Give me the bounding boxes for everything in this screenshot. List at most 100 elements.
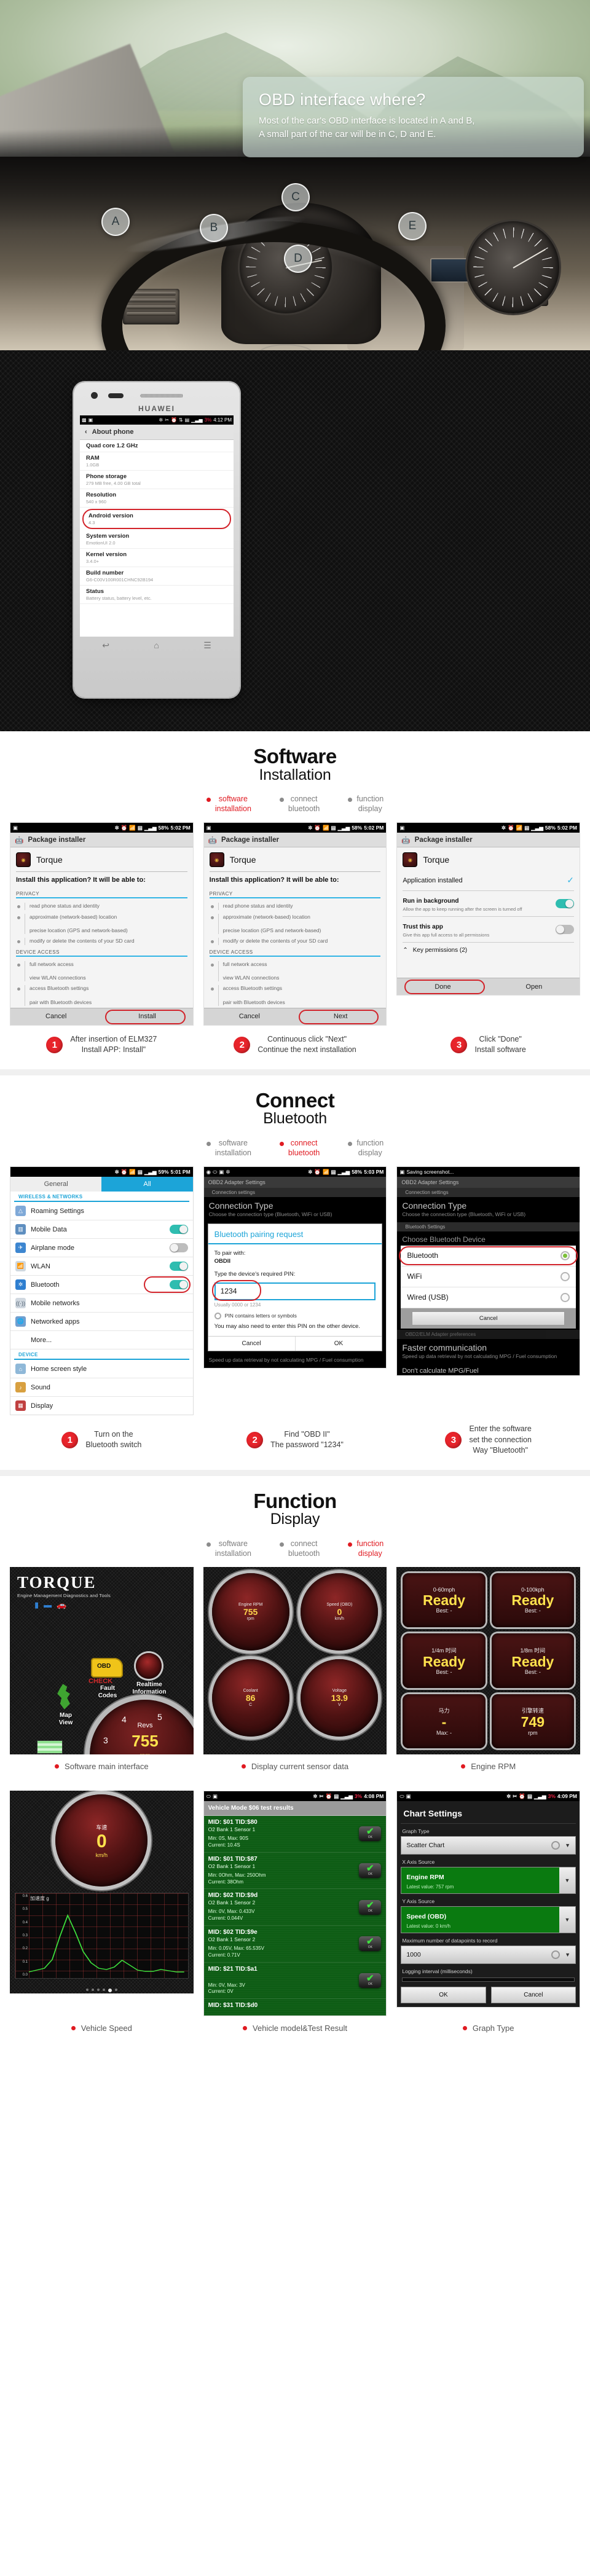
image-icon: ▣	[212, 1793, 218, 1799]
list-item[interactable]: RAM 1.0GB	[80, 452, 234, 471]
x-axis-select[interactable]: Engine RPM Latest value: 757 rpm ▼	[401, 1867, 576, 1895]
y-tick: 0.1	[22, 1960, 28, 1964]
settings-row-mobile-networks[interactable]: ((·)) Mobile networks	[10, 1294, 193, 1313]
pin-letters-checkbox-row[interactable]: PIN contains letters or symbols	[214, 1312, 376, 1319]
pin-input[interactable]: 1234	[211, 1279, 376, 1302]
chevron-up-icon: ⌃	[403, 946, 408, 954]
graph-type-select[interactable]: Scatter Chart ▼	[401, 1836, 576, 1855]
function-captions-row-2: Vehicle Speed Vehicle model&Test Result …	[0, 2016, 590, 2044]
breadcrumb-function-display[interactable]: function display	[348, 795, 384, 814]
radio-icon[interactable]	[560, 1271, 570, 1281]
settings-row-networked-apps[interactable]: 🌐 Networked apps	[10, 1313, 193, 1332]
marker-c[interactable]: C	[281, 183, 310, 211]
map-view-icon[interactable]	[52, 1683, 80, 1711]
menu-button-icon[interactable]: ☰	[203, 640, 211, 651]
breadcrumb-software-installation[interactable]: software installation	[206, 1539, 251, 1558]
settings-row-home-screen-style[interactable]: ⌂ Home screen style	[10, 1360, 193, 1379]
airplane-toggle[interactable]	[169, 1243, 188, 1253]
installer-panel-3: ▣ ✲ ⏰ 📶 ▤ ▁▃▅ 58% 5:02 PM 🤖 Package inst…	[396, 822, 581, 1025]
radio-icon[interactable]	[560, 1251, 570, 1260]
marker-e[interactable]: E	[398, 212, 427, 240]
marker-a[interactable]: A	[101, 208, 130, 236]
settings-row-mobile-data[interactable]: ▥ Mobile Data	[10, 1220, 193, 1239]
row-label: Airplane mode	[31, 1244, 74, 1252]
display-icon: ▦	[15, 1400, 26, 1412]
cancel-button[interactable]: Cancel	[10, 1008, 101, 1025]
list-item-android-version[interactable]: Android version 4.3	[82, 509, 231, 529]
option-wifi[interactable]: WiFi	[401, 1266, 576, 1287]
test-results-table-icon[interactable]	[37, 1740, 63, 1754]
alarm-icon: ⏰	[120, 824, 128, 831]
breadcrumb-connect-bluetooth[interactable]: connect bluetooth	[279, 795, 320, 814]
check-icon: ✔	[366, 1899, 374, 1910]
home-button-icon[interactable]: ⌂	[154, 640, 159, 650]
settings-row-wlan[interactable]: 📶 WLAN	[10, 1257, 193, 1276]
card-value: -	[441, 1714, 447, 1730]
key-permissions-row[interactable]: ⌃ Key permissions (2)	[403, 943, 574, 954]
realtime-gauge-icon[interactable]	[136, 1653, 162, 1679]
breadcrumb-software-installation[interactable]: software installation	[206, 795, 251, 814]
list-item[interactable]: Resolution 540 x 960	[80, 489, 234, 508]
settings-row-more[interactable]: More...	[10, 1331, 193, 1350]
back-arrow-icon[interactable]: ‹	[85, 428, 87, 436]
list-item[interactable]: Kernel version 3.4.0+	[80, 549, 234, 567]
breadcrumb-connect-bluetooth[interactable]: connect bluetooth	[279, 1139, 320, 1158]
row-mid: MID: $01 TID:$80	[208, 1819, 258, 1826]
caption-sensor-data: Display current sensor data	[203, 1762, 387, 1771]
mobile-data-toggle[interactable]	[169, 1225, 188, 1235]
bullet-icon	[17, 905, 20, 909]
step-number: 3	[450, 1036, 468, 1053]
phone-top-bezel	[80, 388, 234, 404]
installer-panel-1: ▣ ✲ ⏰ 📶 ▤ ▁▃▅ 58% 5:02 PM 🤖 Package inst…	[10, 822, 194, 1026]
list-item[interactable]: Status Battery status, battery level, etc…	[80, 586, 234, 604]
open-button[interactable]: Open	[489, 978, 580, 995]
settings-row-sound[interactable]: ♪ Sound	[10, 1378, 193, 1397]
settings-row-display[interactable]: ▦ Display	[10, 1397, 193, 1415]
torque-tagline: Engine Management Diagnostics and Tools	[17, 1593, 111, 1599]
ok-button[interactable]: OK	[401, 1987, 486, 2004]
trust-toggle[interactable]	[556, 925, 575, 935]
radio-icon[interactable]	[560, 1292, 570, 1302]
list-item[interactable]: System version EmotionUI 2.0	[80, 530, 234, 549]
breadcrumb-function-display[interactable]: function display	[348, 1139, 384, 1158]
cancel-button[interactable]: Cancel	[412, 1311, 565, 1325]
max-datapoints-label: Maximum number of datapoints to record	[402, 1938, 498, 1944]
run-bg-toggle[interactable]	[556, 899, 575, 909]
settings-row-airplane[interactable]: ✈ Airplane mode	[10, 1239, 193, 1258]
pair-device-name: OBDII	[214, 1258, 231, 1265]
settings-row-bluetooth[interactable]: ✲ Bluetooth	[10, 1276, 193, 1295]
settings-row-roaming[interactable]: △ Roaming Settings	[10, 1202, 193, 1221]
row-key: Build number	[86, 570, 124, 576]
breadcrumb-software-installation[interactable]: software installation	[206, 1139, 251, 1158]
phone-icon: ▮	[34, 1600, 39, 1610]
permission-item: read phone status and identity	[16, 901, 187, 911]
faster-communication-title: Faster communication	[402, 1342, 487, 1353]
y-axis-select[interactable]: Speed (OBD) Latest value: 0 km/h ▼	[401, 1906, 576, 1934]
wlan-toggle[interactable]	[169, 1262, 188, 1271]
list-item[interactable]: Build number G6-C00V100R001CHNC92B194	[80, 567, 234, 586]
breadcrumb-function-display[interactable]: function display	[348, 1539, 384, 1558]
bluetooth-toggle[interactable]	[169, 1280, 188, 1290]
tab-general[interactable]: General	[10, 1177, 102, 1192]
option-bluetooth[interactable]: Bluetooth	[399, 1246, 578, 1266]
cancel-button[interactable]: Cancel	[204, 1008, 295, 1025]
list-item[interactable]: Phone storage 279 MB free, 4.00 GB total	[80, 471, 234, 489]
ok-button[interactable]: OK	[294, 1337, 382, 1351]
performance-screenshot: 0-60mph Ready Best: - 0-100kph Ready Bes…	[396, 1567, 580, 1754]
cancel-button[interactable]: Cancel	[208, 1337, 295, 1351]
max-datapoints-select[interactable]: 1000 ▼	[401, 1946, 576, 1965]
breadcrumb-connect-bluetooth[interactable]: connect bluetooth	[279, 1539, 320, 1558]
cancel-button[interactable]: Cancel	[490, 1987, 576, 2004]
permission-label: access Bluetooth settings	[30, 985, 89, 992]
tab-all[interactable]: All	[101, 1177, 193, 1192]
list-item[interactable]: Quad core 1.2 GHz	[80, 440, 234, 452]
back-button-icon[interactable]: ↩	[102, 640, 109, 651]
installed-body: ◉ Torque Application installed ✓ Run in …	[397, 847, 580, 978]
option-wired-usb[interactable]: Wired (USB)	[401, 1287, 576, 1308]
marker-d[interactable]: D	[284, 245, 312, 273]
logging-interval-slider[interactable]	[402, 1977, 575, 1982]
trust-app-row[interactable]: Trust this app Give this app full access…	[403, 917, 575, 943]
run-in-background-row[interactable]: Run in background Allow the app to keep …	[403, 891, 575, 917]
card-value: Ready	[422, 1654, 466, 1670]
marker-b[interactable]: B	[200, 214, 228, 242]
